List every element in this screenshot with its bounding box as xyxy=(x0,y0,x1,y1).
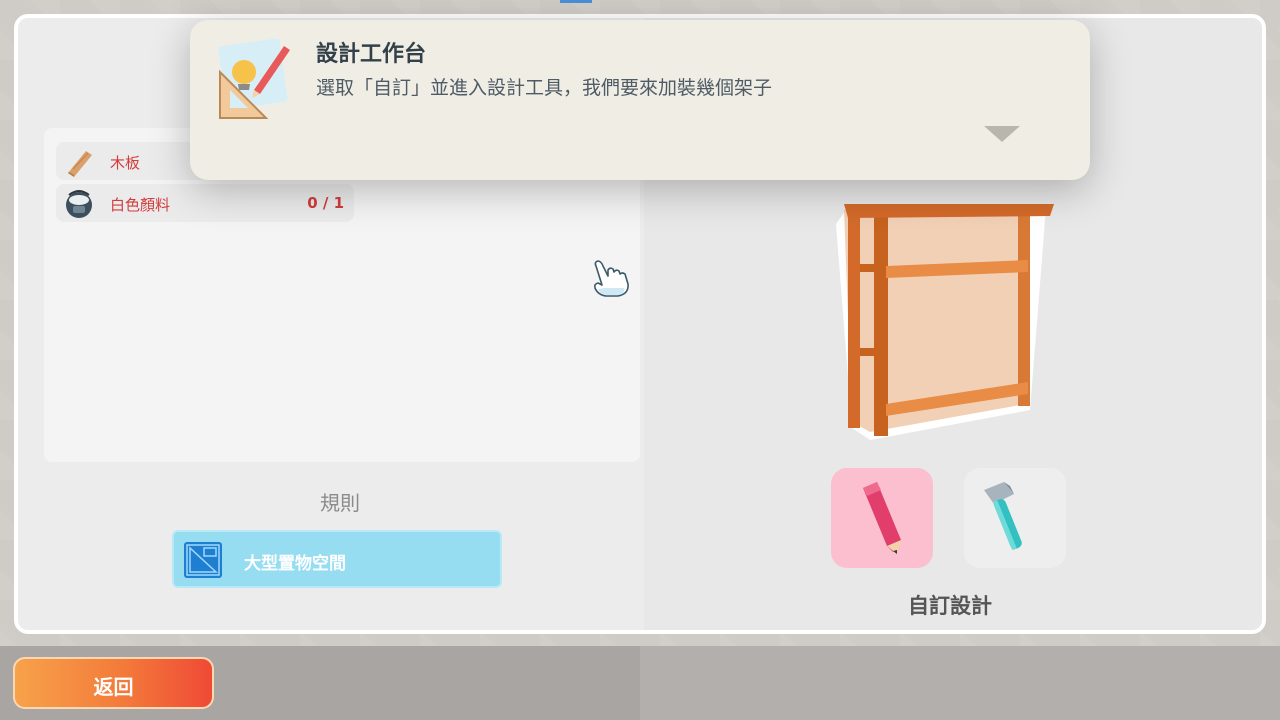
material-name: 白色顏料 xyxy=(110,196,171,214)
tutorial-tooltip[interactable]: 設計工作台 選取「自訂」並進入設計工具，我們要來加裝幾個架子 xyxy=(190,20,1090,180)
tooltip-message: 選取「自訂」並進入設計工具，我們要來加裝幾個架子 xyxy=(316,77,773,99)
back-button[interactable]: 返回 xyxy=(13,657,214,709)
material-count: 0 / 1 xyxy=(307,194,344,212)
pointer-hand-icon xyxy=(594,260,629,297)
hammer-icon xyxy=(984,482,1022,550)
top-indicator xyxy=(560,0,592,3)
back-button-label: 返回 xyxy=(93,675,134,699)
chevron-down-icon[interactable] xyxy=(984,124,1020,144)
rule-large-storage[interactable]: 大型置物空間 xyxy=(172,530,502,588)
material-row-white-paint: 白色顏料 0 / 1 xyxy=(56,184,354,222)
pencil-icon xyxy=(863,482,901,554)
shelf-preview xyxy=(836,204,1054,440)
paint-bucket-icon xyxy=(66,190,92,218)
rule-text: 大型置物空間 xyxy=(244,554,346,574)
blueprint-icon xyxy=(184,542,222,578)
rules-heading: 規則 xyxy=(320,491,360,515)
mode-label: 自訂設計 xyxy=(908,594,992,618)
material-name: 木板 xyxy=(110,154,141,172)
bottom-bar-right xyxy=(640,646,1280,720)
design-tools-icon xyxy=(218,38,290,119)
build-button[interactable] xyxy=(964,468,1066,568)
wood-plank-icon xyxy=(68,151,92,177)
tooltip-title: 設計工作台 xyxy=(316,42,427,67)
custom-design-button[interactable] xyxy=(831,468,933,568)
